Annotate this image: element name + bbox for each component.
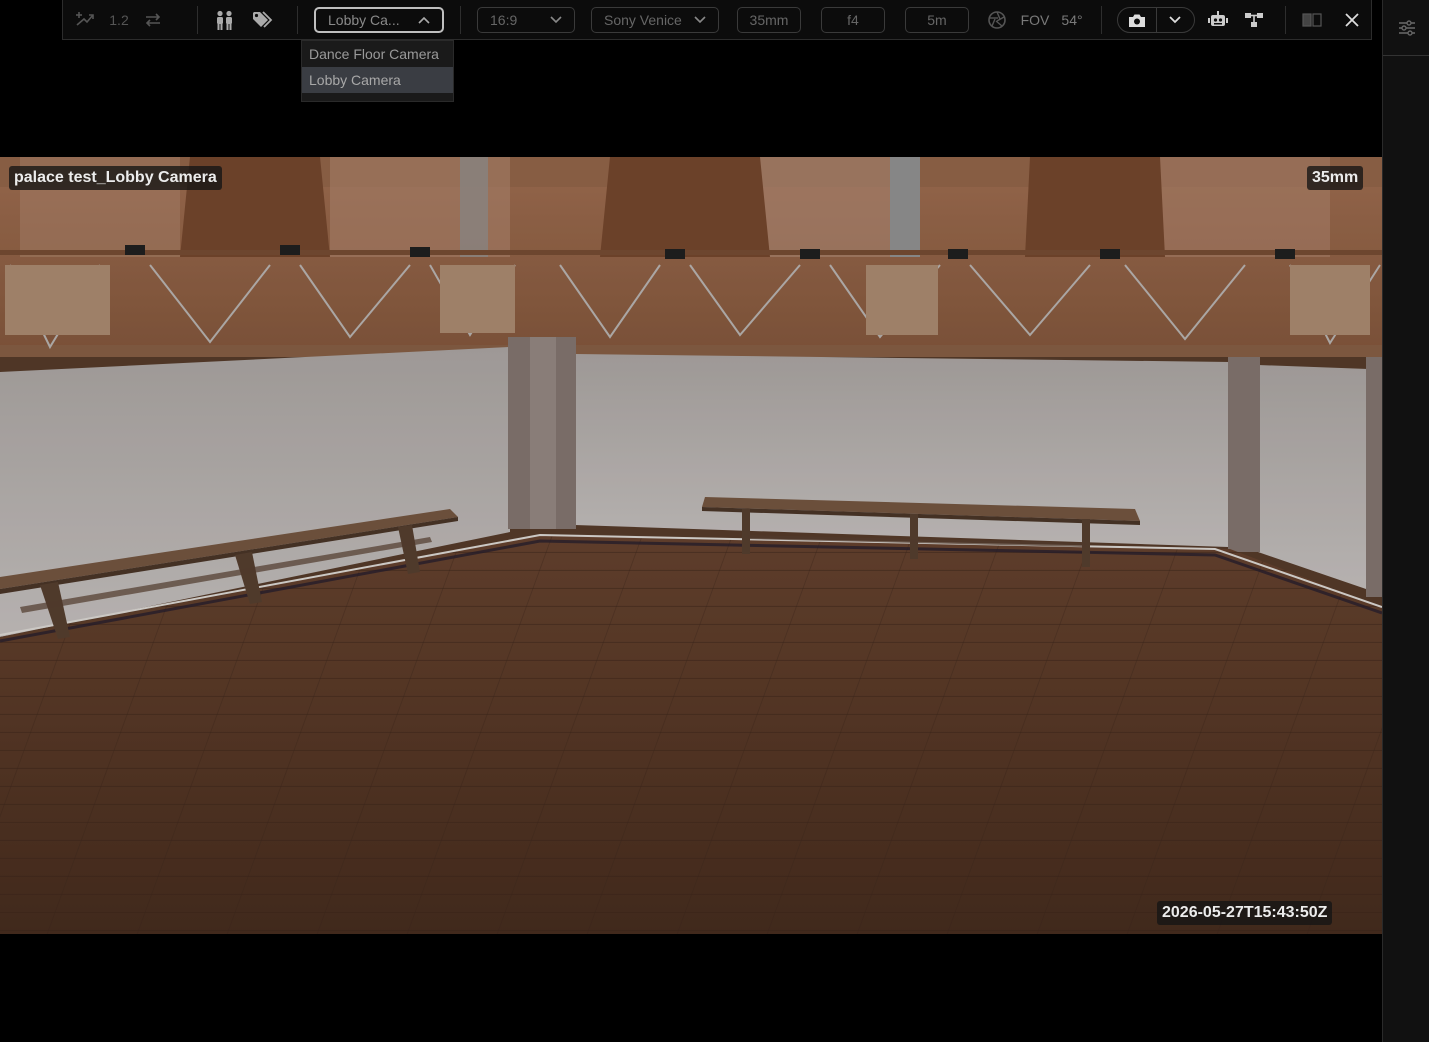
focus-distance-field[interactable]: 5m	[905, 7, 969, 33]
right-rail	[1382, 0, 1429, 1042]
split-view-icon	[1302, 13, 1322, 27]
capture-options-button[interactable]	[1157, 8, 1195, 32]
aspect-ratio-select[interactable]: 16:9	[477, 7, 575, 33]
camera-viewport[interactable]: palace test_Lobby Camera 35mm 2026-05-27…	[0, 157, 1382, 934]
scene-name-label: palace test_Lobby Camera	[9, 166, 222, 190]
swap-icon	[145, 13, 161, 27]
lens-label: 35mm	[1307, 166, 1364, 190]
people-button[interactable]	[211, 0, 239, 40]
swap-button[interactable]	[141, 0, 165, 40]
camera-select-value: Lobby Ca...	[328, 12, 400, 28]
camera-body-select[interactable]: Sony Venice	[591, 7, 719, 33]
split-view-button[interactable]	[1299, 0, 1325, 40]
scene-render	[0, 157, 1382, 934]
tags-button[interactable]	[249, 0, 277, 40]
camera-select[interactable]: Lobby Ca...	[314, 7, 444, 33]
people-icon	[217, 10, 232, 30]
camera-toolbar: 1.2 Lobby Ca... 16:9 Sony Venice 35mm f4…	[62, 0, 1372, 40]
capture-group	[1117, 7, 1195, 33]
node-graph-button[interactable]	[1241, 0, 1267, 40]
drone-icon	[76, 12, 94, 26]
drone-button[interactable]	[71, 0, 99, 40]
dropdown-option-lobby-camera[interactable]: Lobby Camera	[302, 67, 453, 93]
chevron-down-icon	[1169, 16, 1181, 24]
chevron-up-icon	[418, 16, 430, 24]
focal-length-field[interactable]: 35mm	[737, 7, 801, 33]
aspect-ratio-value: 16:9	[490, 12, 518, 28]
node-graph-icon	[1245, 13, 1263, 27]
chevron-down-icon	[550, 16, 562, 24]
camera-dropdown-menu: Dance Floor Camera Lobby Camera	[301, 40, 454, 102]
sliders-icon	[1398, 19, 1415, 36]
robot-icon	[1208, 11, 1228, 26]
settings-rail-button[interactable]	[1383, 0, 1429, 56]
dropdown-option-dance-floor-camera[interactable]: Dance Floor Camera	[302, 41, 453, 67]
capture-button[interactable]	[1118, 8, 1157, 32]
timestamp-label: 2026-05-27T15:43:50Z	[1157, 901, 1333, 925]
fov-value: 54°	[1061, 12, 1083, 28]
aperture-field[interactable]: f4	[821, 7, 885, 33]
camera-body-value: Sony Venice	[604, 12, 682, 28]
version-label: 1.2	[109, 12, 129, 28]
close-button[interactable]	[1339, 0, 1365, 40]
chevron-down-icon	[694, 16, 706, 24]
close-icon	[1345, 13, 1359, 27]
tags-icon	[253, 11, 273, 28]
robot-button[interactable]	[1205, 0, 1231, 40]
camera-icon	[1128, 14, 1145, 27]
fov-label: FOV	[1020, 12, 1050, 28]
aperture-icon	[988, 11, 1006, 29]
aperture-toggle[interactable]	[985, 0, 1009, 40]
